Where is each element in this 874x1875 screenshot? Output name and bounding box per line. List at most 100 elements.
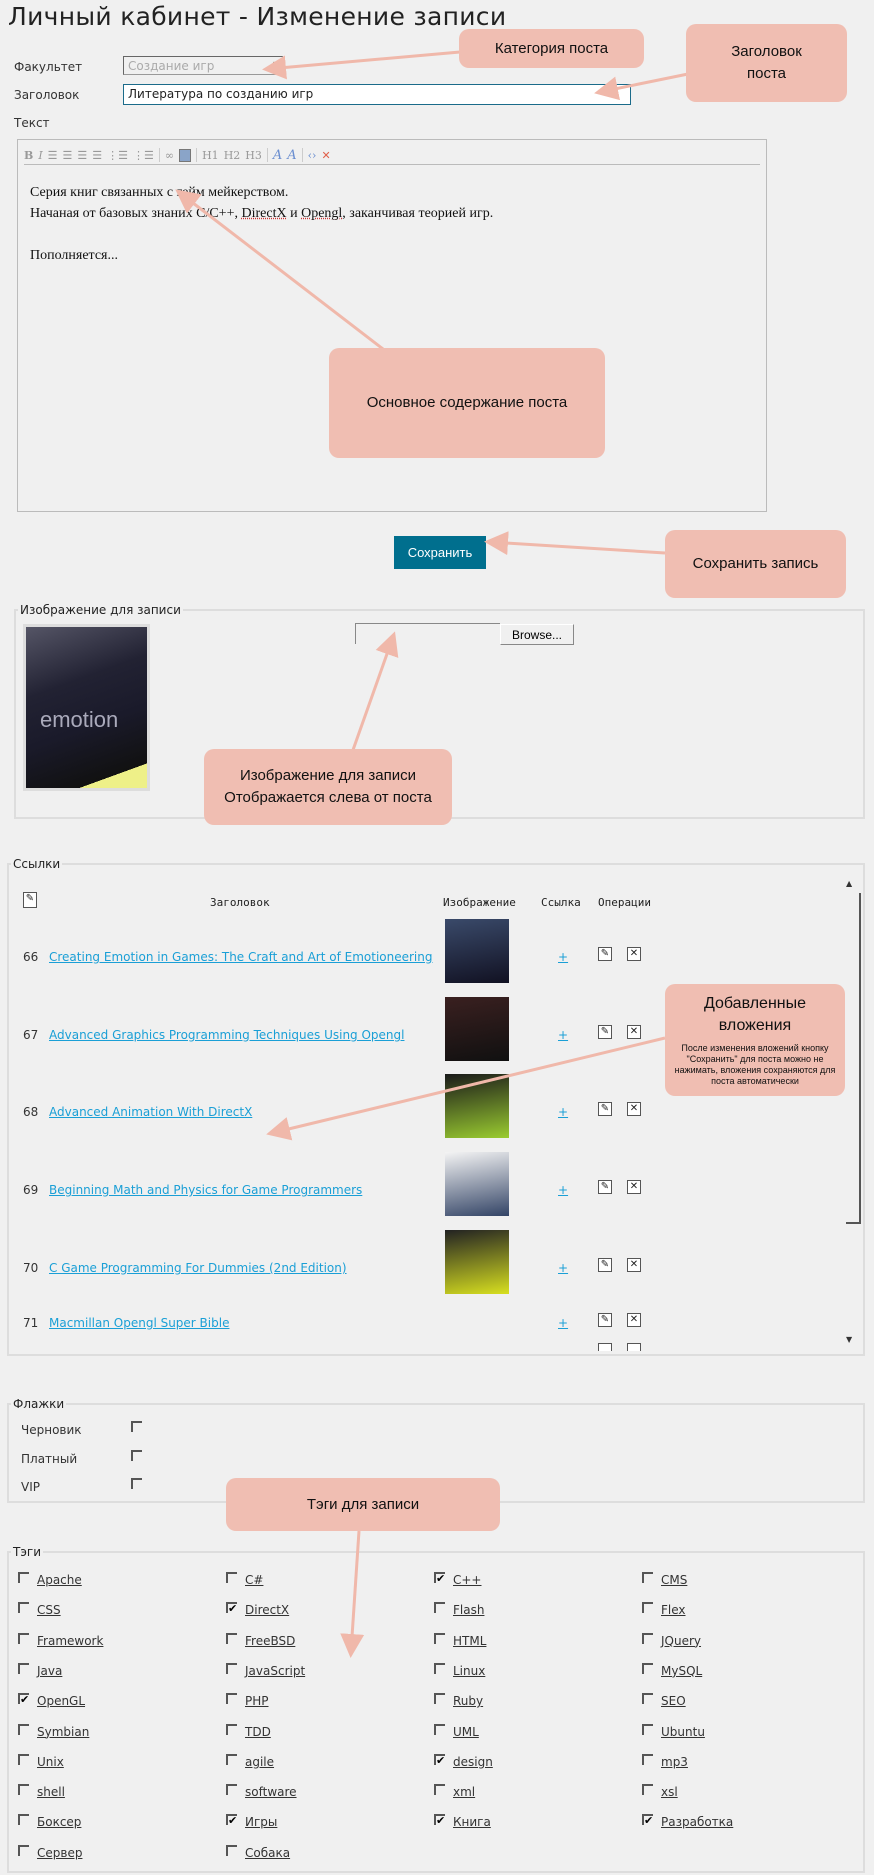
- tag-checkbox[interactable]: [226, 1662, 237, 1674]
- tag-checkbox[interactable]: [226, 1693, 237, 1705]
- link-icon[interactable]: ∞: [165, 149, 174, 162]
- tag-label[interactable]: software: [245, 1785, 297, 1799]
- tag-label[interactable]: Symbian: [37, 1725, 89, 1739]
- tag-checkbox[interactable]: [642, 1632, 653, 1644]
- delete-icon[interactable]: [627, 1343, 641, 1351]
- align-left-icon[interactable]: ☰: [48, 149, 58, 162]
- tag-label[interactable]: Framework: [37, 1634, 103, 1648]
- bold-button[interactable]: B: [24, 149, 33, 162]
- tag-label[interactable]: CMS: [661, 1573, 687, 1587]
- tag-label[interactable]: Книга: [453, 1815, 491, 1829]
- tag-checkbox[interactable]: [642, 1723, 653, 1735]
- save-button[interactable]: Сохранить: [394, 536, 486, 569]
- outdent-icon[interactable]: ☰: [92, 149, 102, 162]
- edit-icon[interactable]: ✎: [598, 1258, 612, 1272]
- delete-icon[interactable]: ✕: [627, 1025, 641, 1039]
- h1-button[interactable]: H1: [202, 149, 219, 162]
- tag-checkbox[interactable]: [642, 1784, 653, 1796]
- link-title[interactable]: Macmillan Opengl Super Bible: [49, 1316, 229, 1330]
- edit-icon[interactable]: ✎: [598, 1102, 612, 1116]
- delete-icon[interactable]: ✕: [627, 947, 641, 961]
- link-url[interactable]: +: [558, 950, 568, 964]
- delete-icon[interactable]: ✕: [627, 1180, 641, 1194]
- link-url[interactable]: +: [558, 1105, 568, 1119]
- tag-checkbox[interactable]: ✔: [434, 1814, 445, 1826]
- indent-icon[interactable]: ☰: [77, 149, 87, 162]
- tag-checkbox[interactable]: [226, 1753, 237, 1765]
- link-title[interactable]: Creating Emotion in Games: The Craft and…: [49, 950, 432, 964]
- tag-checkbox[interactable]: [18, 1602, 29, 1614]
- tag-checkbox[interactable]: [226, 1572, 237, 1583]
- tag-label[interactable]: agile: [245, 1755, 274, 1769]
- tag-checkbox[interactable]: [434, 1632, 445, 1644]
- tag-label[interactable]: HTML: [453, 1634, 486, 1648]
- tag-label[interactable]: shell: [37, 1785, 65, 1799]
- faculty-select[interactable]: Создание игр ▼: [123, 56, 283, 75]
- flag-checkbox[interactable]: [131, 1450, 142, 1461]
- tag-label[interactable]: C++: [453, 1573, 482, 1587]
- scroll-up-icon[interactable]: ▲: [846, 879, 852, 888]
- flag-checkbox[interactable]: [131, 1478, 142, 1489]
- tag-label[interactable]: C#: [245, 1573, 263, 1587]
- source-code-icon[interactable]: ‹›: [308, 149, 317, 162]
- tag-label[interactable]: PHP: [245, 1694, 269, 1708]
- tag-checkbox[interactable]: [642, 1753, 653, 1765]
- tag-label[interactable]: Apache: [37, 1573, 82, 1587]
- tag-checkbox[interactable]: [18, 1632, 29, 1644]
- tag-checkbox[interactable]: [18, 1662, 29, 1674]
- text-color-icon[interactable]: A: [273, 148, 282, 163]
- scroll-down-icon[interactable]: ▼: [846, 1335, 852, 1344]
- tag-label[interactable]: Боксер: [37, 1815, 81, 1829]
- tag-checkbox[interactable]: [642, 1602, 653, 1614]
- link-url[interactable]: +: [558, 1261, 568, 1275]
- edit-icon[interactable]: ✎: [598, 1180, 612, 1194]
- tag-label[interactable]: Ruby: [453, 1694, 483, 1708]
- tag-checkbox[interactable]: [226, 1723, 237, 1735]
- tag-label[interactable]: Unix: [37, 1755, 64, 1769]
- h2-button[interactable]: H2: [224, 149, 241, 162]
- tag-label[interactable]: SEO: [661, 1694, 686, 1708]
- ordered-list-icon[interactable]: ⋮☰: [107, 149, 128, 162]
- tag-label[interactable]: JQuery: [661, 1634, 701, 1648]
- tag-label[interactable]: Flash: [453, 1603, 484, 1617]
- tag-label[interactable]: Собака: [245, 1846, 290, 1860]
- tag-label[interactable]: Разработка: [661, 1815, 733, 1829]
- tag-checkbox[interactable]: [226, 1632, 237, 1644]
- tag-label[interactable]: Ubuntu: [661, 1725, 705, 1739]
- tag-label[interactable]: TDD: [245, 1725, 271, 1739]
- tag-label[interactable]: Сервер: [37, 1846, 82, 1860]
- tag-checkbox[interactable]: ✔: [226, 1602, 237, 1614]
- tag-checkbox[interactable]: [642, 1572, 653, 1583]
- tag-label[interactable]: Игры: [245, 1815, 277, 1829]
- flag-checkbox[interactable]: [131, 1421, 142, 1432]
- link-title[interactable]: Advanced Graphics Programming Techniques…: [49, 1028, 404, 1042]
- tag-checkbox[interactable]: [434, 1602, 445, 1614]
- image-icon[interactable]: [179, 148, 192, 162]
- tag-checkbox[interactable]: ✔: [642, 1814, 653, 1826]
- tag-checkbox[interactable]: ✔: [226, 1814, 237, 1826]
- background-color-icon[interactable]: A: [287, 148, 296, 163]
- edit-icon[interactable]: [598, 1343, 612, 1351]
- tag-label[interactable]: Linux: [453, 1664, 485, 1678]
- link-title[interactable]: Beginning Math and Physics for Game Prog…: [49, 1183, 362, 1197]
- tag-checkbox[interactable]: [18, 1753, 29, 1765]
- tag-checkbox[interactable]: [434, 1723, 445, 1735]
- tag-label[interactable]: OpenGL: [37, 1694, 85, 1708]
- unordered-list-icon[interactable]: ⋮☰: [133, 149, 154, 162]
- h3-button[interactable]: H3: [245, 149, 262, 162]
- tag-checkbox[interactable]: ✔: [434, 1753, 445, 1766]
- tag-label[interactable]: UML: [453, 1725, 479, 1739]
- tag-checkbox[interactable]: [18, 1814, 29, 1826]
- tag-checkbox[interactable]: [18, 1572, 29, 1583]
- tag-checkbox[interactable]: [18, 1723, 29, 1735]
- link-url[interactable]: +: [558, 1028, 568, 1042]
- tag-label[interactable]: FreeBSD: [245, 1634, 295, 1648]
- tag-checkbox[interactable]: ✔: [18, 1693, 29, 1705]
- remove-format-icon[interactable]: ✕: [321, 149, 330, 162]
- tag-checkbox[interactable]: [434, 1693, 445, 1705]
- tag-label[interactable]: DirectX: [245, 1603, 289, 1617]
- tag-label[interactable]: CSS: [37, 1603, 61, 1617]
- link-url[interactable]: +: [558, 1316, 568, 1330]
- tag-label[interactable]: JavaScript: [245, 1664, 305, 1678]
- tag-label[interactable]: Flex: [661, 1603, 686, 1617]
